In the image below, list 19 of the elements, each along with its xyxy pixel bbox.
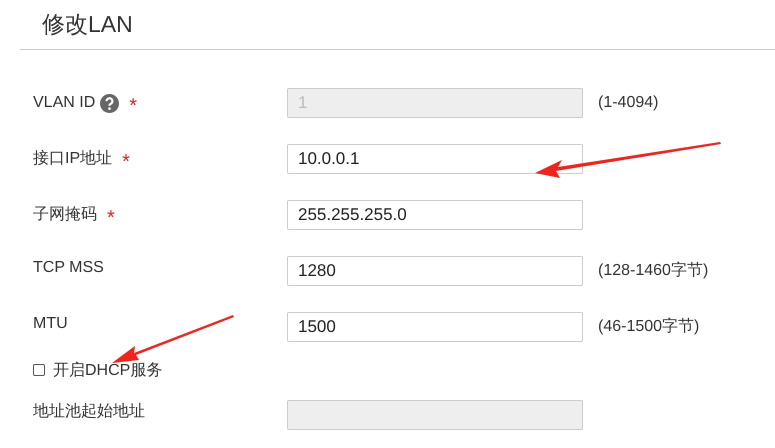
required-mark: * xyxy=(107,206,115,228)
page-title: 修改LAN xyxy=(42,10,133,38)
field-label: 接口IP地址 xyxy=(33,149,112,169)
input-field[interactable]: 1280 xyxy=(287,256,583,286)
checkbox[interactable] xyxy=(33,364,45,376)
field-label: TCP MSS xyxy=(33,258,104,278)
range-hint: (128-1460字节) xyxy=(598,260,708,281)
required-mark: * xyxy=(129,94,138,116)
required-mark: * xyxy=(122,150,130,172)
field-label: MTU xyxy=(33,314,68,334)
field-label: 地址池起始地址 xyxy=(33,402,145,422)
input-field[interactable]: 255.255.255.0 xyxy=(287,200,583,230)
range-hint: (46-1500字节) xyxy=(598,316,700,337)
input-field[interactable]: 10.0.0.1 xyxy=(287,144,583,174)
field-label: 子网掩码 xyxy=(33,205,97,225)
field-label: VLAN ID xyxy=(33,93,96,113)
checkbox-label: 开启DHCP服务 xyxy=(53,360,162,380)
input-field[interactable]: 1500 xyxy=(287,312,583,342)
range-hint: (1-4094) xyxy=(598,93,658,113)
